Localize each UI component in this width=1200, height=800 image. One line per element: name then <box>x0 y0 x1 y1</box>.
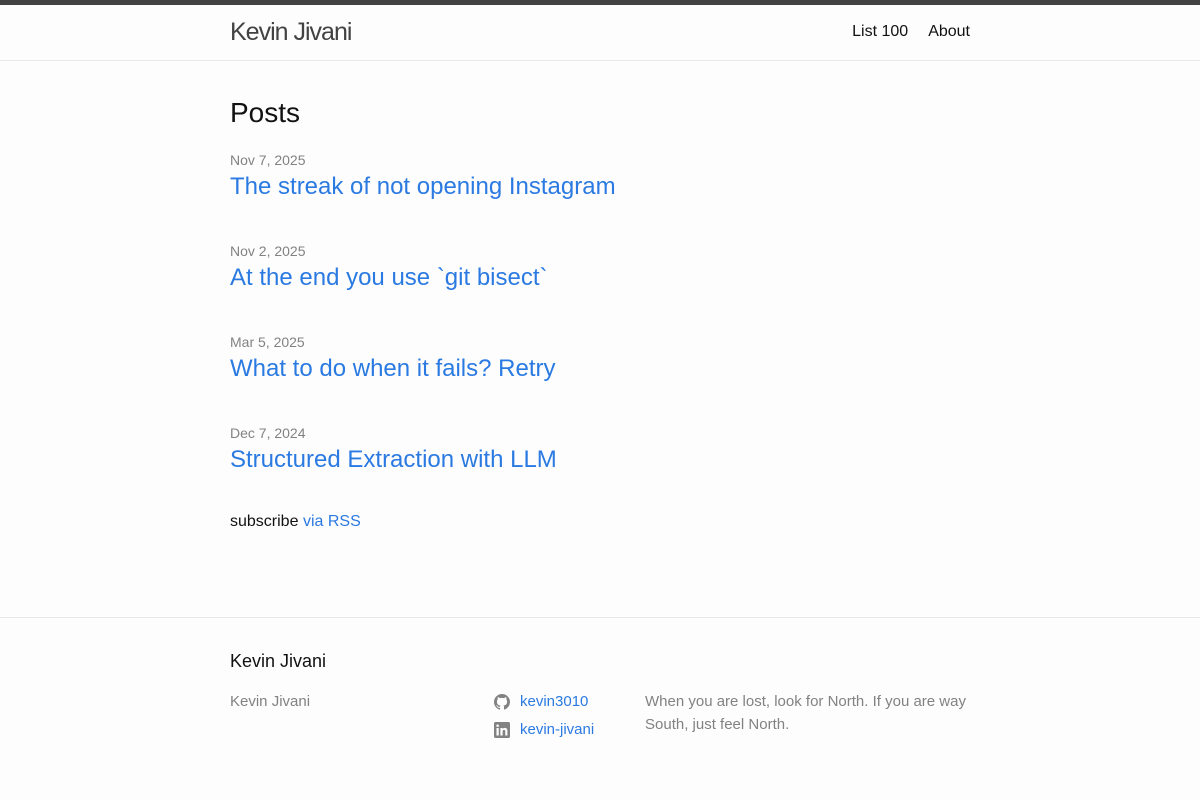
footer-col-social: kevin3010 kevin-jivani <box>494 690 645 746</box>
post-title-link[interactable]: The streak of not opening Instagram <box>230 172 616 202</box>
site-nav: List 100 About <box>852 22 970 42</box>
rss-link[interactable]: via RSS <box>303 513 361 530</box>
post-title-link[interactable]: Structured Extraction with LLM <box>230 445 557 475</box>
footer-col-description: When you are lost, look for North. If yo… <box>645 690 970 746</box>
main-content: Posts Nov 7, 2025 The streak of not open… <box>0 61 1200 617</box>
social-item-linkedin: kevin-jivani <box>494 718 645 741</box>
nav-link-list-100[interactable]: List 100 <box>852 22 908 42</box>
post-date: Nov 7, 2025 <box>230 152 306 168</box>
post-title-link[interactable]: What to do when it fails? Retry <box>230 354 555 384</box>
linkedin-profile-link[interactable]: kevin-jivani <box>520 718 594 741</box>
post-title-link[interactable]: At the end you use `git bisect` <box>230 263 548 293</box>
post-list-item: Mar 5, 2025 What to do when it fails? Re… <box>230 333 970 384</box>
footer-heading: Kevin Jivani <box>230 651 327 671</box>
post-date: Nov 2, 2025 <box>230 243 306 259</box>
site-title-link[interactable]: Kevin Jivani <box>230 18 352 46</box>
github-profile-link[interactable]: kevin3010 <box>520 690 588 713</box>
linkedin-icon <box>494 721 510 738</box>
post-list-item: Nov 2, 2025 At the end you use `git bise… <box>230 242 970 293</box>
github-icon <box>494 693 510 710</box>
footer-wrapper: Kevin Jivani Kevin Jivani kevin3010 kevi… <box>230 650 970 746</box>
posts-heading: Posts <box>230 97 301 128</box>
main-wrapper: Posts Nov 7, 2025 The streak of not open… <box>230 97 970 532</box>
footer-author-name: Kevin Jivani <box>230 693 311 710</box>
rss-prefix-text: subscribe <box>230 513 299 530</box>
footer-col-name: Kevin Jivani <box>230 690 494 746</box>
post-list-item: Nov 7, 2025 The streak of not opening In… <box>230 151 970 202</box>
post-list-item: Dec 7, 2024 Structured Extraction with L… <box>230 424 970 475</box>
nav-link-about[interactable]: About <box>928 22 970 42</box>
footer-columns: Kevin Jivani kevin3010 kevin-jivani When… <box>230 690 970 746</box>
social-item-github: kevin3010 <box>494 690 645 713</box>
footer-description: When you are lost, look for North. If yo… <box>645 693 966 733</box>
post-date: Mar 5, 2025 <box>230 334 305 350</box>
site-header: Kevin Jivani List 100 About <box>0 5 1200 61</box>
site-footer: Kevin Jivani Kevin Jivani kevin3010 kevi… <box>0 617 1200 800</box>
rss-subscribe: subscribe via RSS <box>230 512 970 532</box>
post-date: Dec 7, 2024 <box>230 425 306 441</box>
